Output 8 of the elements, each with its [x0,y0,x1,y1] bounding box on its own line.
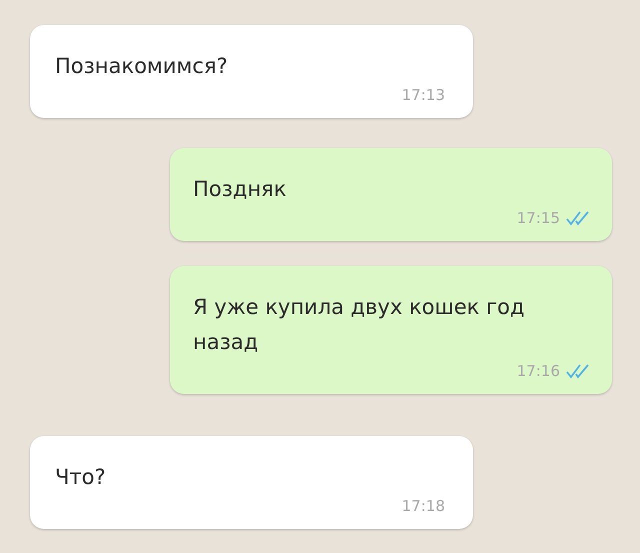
message-time: 17:16 [516,360,560,382]
message-text: Поздняк [193,176,288,203]
message-time: 17:15 [516,208,560,229]
message-text: Познакомимся? [55,53,229,80]
message-time: 17:18 [402,496,445,517]
message-time: 17:13 [402,84,445,106]
message-text: Я уже купила двух кошек год назад [193,294,526,356]
message-text: Что? [55,464,107,491]
